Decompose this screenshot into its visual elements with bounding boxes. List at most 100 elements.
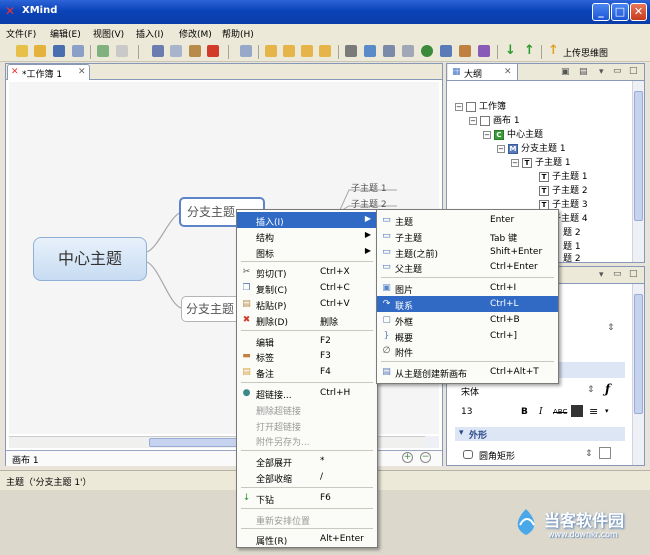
attachment-icon[interactable] (345, 45, 357, 57)
outline-filter-icon[interactable]: ▤ (579, 67, 588, 77)
tree-row[interactable]: 题 2 (563, 251, 581, 264)
menu-item[interactable]: ▭ 主题 Enter (377, 212, 558, 228)
font-size[interactable]: 13 (461, 407, 472, 417)
new-icon[interactable] (16, 45, 28, 57)
open-icon[interactable] (34, 45, 46, 57)
zoom-icon[interactable]: − (420, 452, 431, 463)
globe-icon[interactable] (421, 45, 433, 57)
italic-icon[interactable]: I (539, 407, 543, 417)
copy-icon[interactable] (170, 45, 182, 57)
align-icon[interactable]: ≡ (589, 405, 598, 418)
menu-modify[interactable]: 修改(M) (179, 27, 212, 40)
view-menu-icon[interactable]: ▾ (599, 270, 604, 280)
bold-icon[interactable]: B (521, 407, 528, 417)
menu-item[interactable]: 属性(R) Alt+Enter (237, 531, 377, 547)
menu-item[interactable]: ▤ 备注 F4 (237, 364, 377, 380)
menu-edit[interactable]: 编辑(E) (50, 27, 81, 40)
maximize-view-icon[interactable]: □ (629, 66, 638, 76)
up-arrow-icon[interactable]: ↑ (524, 44, 536, 57)
menu-item[interactable]: ▤ 粘贴(P) Ctrl+V (237, 296, 377, 312)
redo-icon[interactable] (116, 45, 128, 57)
add-sheet-icon[interactable]: + (402, 452, 413, 463)
maximize-view-icon[interactable]: □ (629, 269, 638, 279)
strikethrough-icon[interactable]: ABC (553, 408, 567, 416)
collapse-icon[interactable]: − (455, 102, 463, 111)
save-icon[interactable] (53, 45, 65, 57)
collapse-icon[interactable]: − (497, 144, 505, 153)
menu-item[interactable]: ↓ 下钻 F6 (237, 490, 377, 506)
menu-item[interactable]: ❐ 复制(C) Ctrl+C (237, 280, 377, 296)
outline-scrollbar[interactable] (632, 81, 644, 262)
properties-scrollbar[interactable] (632, 284, 644, 465)
collapse-icon[interactable]: − (483, 130, 491, 139)
sheet-tab[interactable]: 画布 1 (12, 453, 39, 466)
tree-row[interactable]: T 子主题 2 (539, 183, 588, 196)
align-dropdown-icon[interactable]: ▾ (605, 407, 609, 415)
menu-item[interactable]: 图标 ▶ (237, 244, 377, 260)
tree-row[interactable]: − T 子主题 1 (511, 155, 571, 168)
delete-icon[interactable] (207, 45, 219, 57)
image-icon[interactable] (364, 45, 376, 57)
menu-file[interactable]: 文件(F) (6, 27, 36, 40)
branch-topic-2[interactable]: 分支主题 (181, 296, 243, 322)
tab-outline[interactable]: ▦ 大纲 ✕ (448, 64, 518, 80)
menu-item[interactable]: 全部收缩 / (237, 469, 377, 485)
scroll-thumb[interactable] (634, 91, 643, 221)
subtopic-1[interactable]: 子主题 1 (351, 181, 387, 194)
paste-icon[interactable] (189, 45, 201, 57)
maximize-button[interactable]: □ (611, 3, 629, 21)
menu-item[interactable]: ▤ 从主题创建新画布 Ctrl+Alt+T (377, 364, 558, 380)
print-icon[interactable] (72, 45, 84, 57)
menu-item[interactable]: ▭ 父主题 Ctrl+Enter (377, 259, 558, 275)
minimize-button[interactable]: _ (592, 3, 610, 21)
menu-insert[interactable]: 插入(I) (136, 27, 164, 40)
font-color-swatch[interactable] (571, 405, 583, 417)
menu-item[interactable]: 结构 ▶ (237, 228, 377, 244)
close-button[interactable]: ✕ (630, 3, 647, 21)
upload-label[interactable]: 上传思维图 (563, 46, 608, 59)
cut-icon[interactable] (152, 45, 164, 57)
shape-value[interactable]: 圆角矩形 (479, 449, 515, 462)
summary-icon[interactable] (440, 45, 452, 57)
down-arrow-icon[interactable]: ↓ (505, 44, 517, 57)
parent-topic-icon[interactable] (319, 45, 331, 57)
collapse-icon[interactable]: − (511, 158, 519, 167)
subtopic-icon[interactable] (283, 45, 295, 57)
topic-icon[interactable] (265, 45, 277, 57)
italic-f-icon[interactable]: ƒ (605, 382, 610, 396)
tree-row[interactable]: T 子主题 1 (539, 169, 588, 182)
outline-close-icon[interactable]: ✕ (504, 67, 512, 77)
menu-item[interactable]: ∅ 附件 (377, 343, 558, 359)
menu-item[interactable]: ▭ 子主题 Tab 键 (377, 228, 558, 244)
menu-item[interactable]: ↷ 联系 Ctrl+L (377, 296, 558, 312)
minimize-view-icon[interactable]: ▭ (613, 269, 622, 279)
menu-item[interactable]: 编辑 F2 (237, 333, 377, 349)
tree-row[interactable]: 题 2 (563, 225, 581, 238)
collapse-icon[interactable]: − (469, 116, 477, 125)
undo-icon[interactable] (97, 45, 109, 57)
topic-before-icon[interactable] (301, 45, 313, 57)
font-name[interactable]: 宋体 (461, 385, 479, 398)
menu-item[interactable]: ▣ 图片 Ctrl+I (377, 280, 558, 296)
menu-item[interactable]: 全部展开 * (237, 453, 377, 469)
view-menu-icon[interactable]: ▾ (599, 67, 604, 77)
menu-item[interactable]: ● 超链接... Ctrl+H (237, 385, 377, 401)
tree-row[interactable]: − 画布 1 (469, 113, 520, 126)
stepper-icon[interactable]: ⇕ (585, 449, 593, 459)
central-topic[interactable]: 中心主题 (33, 237, 147, 281)
tree-row[interactable]: − M 分支主题 1 (497, 141, 566, 154)
stepper-icon[interactable]: ⇕ (587, 385, 595, 395)
upload-icon[interactable]: ↑ (548, 44, 560, 57)
label-icon[interactable] (459, 45, 471, 57)
menu-item[interactable]: 插入(I) ▶ (237, 212, 377, 228)
boundary-icon[interactable] (402, 45, 414, 57)
stepper-icon[interactable]: ⇕ (607, 323, 615, 333)
menu-item[interactable]: ✂ 剪切(T) Ctrl+X (237, 264, 377, 280)
relationship-icon[interactable] (383, 45, 395, 57)
tab-workbook[interactable]: ✕ *工作簿 1 ✕ (7, 64, 90, 80)
menu-item[interactable]: ▬ 标签 F3 (237, 348, 377, 364)
menu-item[interactable]: ✖ 删除(D) 删除 (237, 312, 377, 328)
minimize-view-icon[interactable]: ▭ (613, 66, 622, 76)
outline-view-icon[interactable]: ▣ (561, 67, 570, 77)
menu-item[interactable]: } 概要 Ctrl+] (377, 328, 558, 344)
